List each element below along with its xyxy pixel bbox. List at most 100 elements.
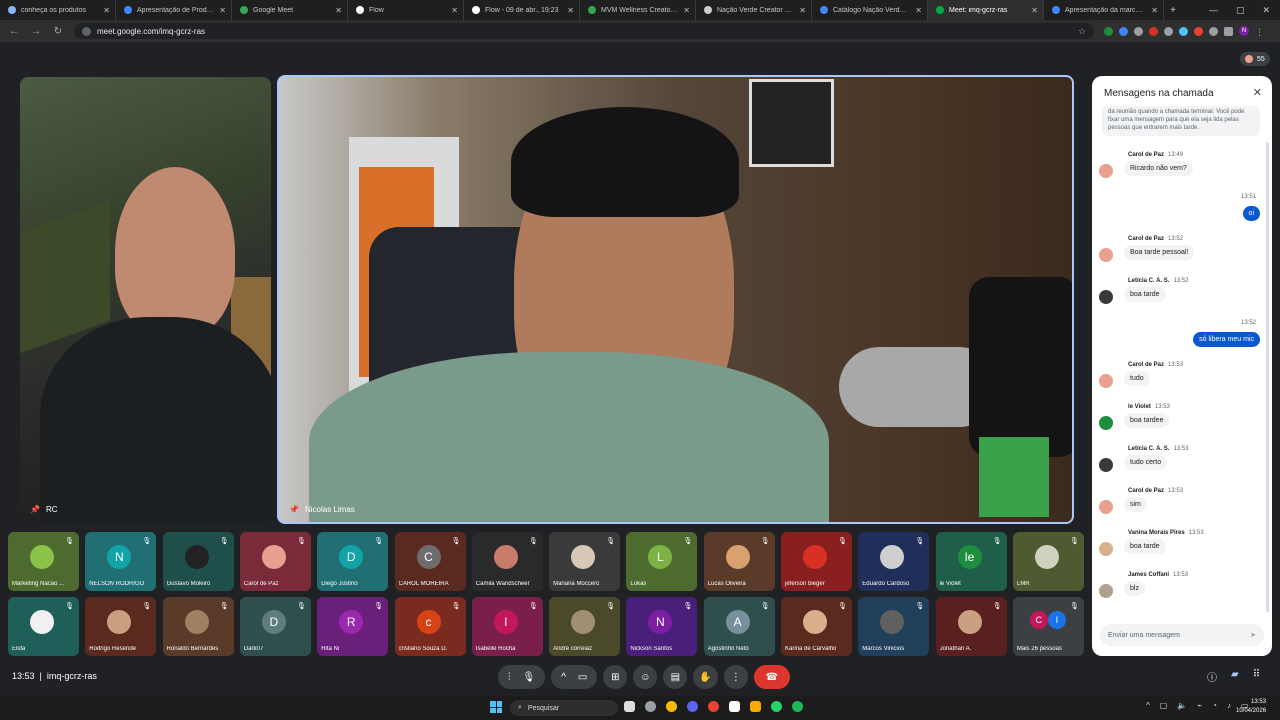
back-icon[interactable]: ←: [8, 26, 20, 37]
close-window-icon[interactable]: ✕: [1262, 5, 1270, 16]
new-tab-icon[interactable]: +: [1164, 5, 1182, 16]
close-icon[interactable]: ✕: [219, 6, 226, 15]
reload-icon[interactable]: ↻: [52, 26, 64, 37]
send-icon[interactable]: ➤: [1250, 631, 1256, 639]
participant-tile[interactable]: C 🎙 CAROL MOREIRA: [394, 532, 466, 591]
participant-tile[interactable]: D 🎙 Diego Justino: [317, 532, 389, 591]
participant-tile[interactable]: 🎙 Ronaldo Bernardes: [162, 597, 234, 656]
close-icon[interactable]: ✕: [1253, 86, 1262, 99]
extension-icon[interactable]: [1164, 26, 1173, 36]
settings-icon[interactable]: [645, 701, 656, 712]
participant-tile[interactable]: 🎙 Camila Wandscheer: [471, 532, 543, 591]
spotify-icon[interactable]: [792, 701, 803, 712]
chrome-icon[interactable]: [666, 701, 677, 712]
browser-tab[interactable]: conheça os produtos ✕: [0, 0, 116, 20]
taskbar-clock[interactable]: 13:53 10/04/2026: [1236, 698, 1266, 716]
participants-badge[interactable]: 55: [1240, 52, 1270, 66]
puzzle-icon[interactable]: [1224, 26, 1233, 36]
extension-icon[interactable]: [1149, 26, 1158, 36]
discord-icon[interactable]: [687, 701, 698, 712]
browser-tab[interactable]: Flow ✕: [348, 0, 464, 20]
participant-tile[interactable]: 🎙 Elida: [8, 597, 79, 656]
browser-tab[interactable]: Apresentação da marca e estr ✕: [1044, 0, 1164, 20]
close-icon[interactable]: ✕: [103, 6, 110, 15]
camera-controls[interactable]: ^ ▭: [551, 665, 598, 689]
participant-tile[interactable]: 🎙 André correiaz: [549, 597, 621, 656]
participant-tile[interactable]: 🎙 jeferson bieger: [781, 532, 852, 591]
video-tile-nicolas[interactable]: 📌 Nicolas Limas: [277, 75, 1074, 524]
participant-tile[interactable]: 🎙 LMR: [1012, 532, 1084, 591]
chrome-profile-icon[interactable]: [708, 701, 719, 712]
wifi-icon[interactable]: ◔: [1212, 701, 1217, 710]
bookmark-star-icon[interactable]: ☆: [1078, 26, 1086, 37]
participant-tile[interactable]: 🎙 Jonathan A.: [935, 597, 1007, 656]
browser-tab[interactable]: Catálogo Nação Verde e estra ✕: [812, 0, 928, 20]
tray-app-icon[interactable]: ▢: [1160, 701, 1168, 710]
close-icon[interactable]: ✕: [451, 6, 458, 15]
browser-tab[interactable]: Apresentação de Produtos da ✕: [116, 0, 232, 20]
participant-tile[interactable]: 🎙 Carol de Paz: [239, 532, 311, 591]
site-info-icon[interactable]: [82, 26, 91, 36]
video-tile-rc[interactable]: 📌 RC: [20, 77, 271, 522]
emoji-button[interactable]: ☺: [633, 665, 658, 689]
close-icon[interactable]: ✕: [335, 6, 342, 15]
participant-tile[interactable]: C I 🎙 Mais 26 pessoas: [1012, 597, 1084, 656]
taskbar-search[interactable]: ⌕ Pesquisar: [510, 700, 618, 716]
extension-icon[interactable]: [1134, 26, 1143, 36]
close-icon[interactable]: ✕: [1151, 6, 1158, 15]
extension-icon[interactable]: [1179, 26, 1188, 36]
close-icon[interactable]: ✕: [1031, 6, 1038, 15]
participant-tile[interactable]: 🎙 Lucas Oliveira: [703, 532, 775, 591]
browser-tab[interactable]: Flow - 09 de abr., 19:23 ✕: [464, 0, 580, 20]
participant-tile[interactable]: 🎙 Eduardo Cardoso: [858, 532, 930, 591]
chat-icon[interactable]: ▰: [1231, 669, 1239, 684]
maximize-icon[interactable]: ▢: [1236, 5, 1245, 16]
network-icon[interactable]: ⌁: [1197, 701, 1202, 710]
profile-avatar[interactable]: N: [1239, 26, 1249, 36]
raise-hand-button[interactable]: ✋: [693, 665, 718, 689]
audio-controls[interactable]: ⫶ 🎙: [498, 665, 546, 689]
task-view-icon[interactable]: [624, 701, 635, 712]
chevron-up-icon[interactable]: ^: [561, 672, 566, 683]
whatsapp-icon[interactable]: [771, 701, 782, 712]
participant-tile[interactable]: 🎙 Marketing Nacao ...: [8, 532, 79, 591]
menu-icon[interactable]: ⋮: [1255, 27, 1264, 37]
participant-tile[interactable]: 🎙 Gustavo Moleiro: [162, 532, 234, 591]
chevron-up-icon[interactable]: ^: [1146, 701, 1150, 710]
participant-tile[interactable]: c 🎙 cristiano Souza D.: [394, 597, 466, 656]
camera-icon[interactable]: ▭: [578, 672, 587, 683]
participant-tile[interactable]: A 🎙 Agostinho Neto: [703, 597, 775, 656]
participant-tile[interactable]: N 🎙 Nickson Santos: [626, 597, 698, 656]
participant-tile[interactable]: 🎙 Karina de Carvalho: [781, 597, 852, 656]
address-bar[interactable]: meet.google.com/imq-gcrz-ras ☆: [74, 23, 1094, 39]
participant-tile[interactable]: I 🎙 Isabelle Rocha: [471, 597, 543, 656]
extension-icon[interactable]: [1119, 26, 1128, 36]
speaker-icon[interactable]: ♪: [1227, 701, 1231, 710]
minimize-icon[interactable]: —: [1209, 5, 1218, 16]
participant-tile[interactable]: 🎙 Mariana Moccero: [549, 532, 621, 591]
close-icon[interactable]: ✕: [683, 6, 690, 15]
chat-input[interactable]: Enviar uma mensagem ➤: [1100, 624, 1264, 646]
volume-icon[interactable]: 🔈: [1177, 701, 1187, 710]
participant-tile[interactable]: L 🎙 Lukas: [626, 532, 698, 591]
mic-icon[interactable]: 🎙: [523, 672, 536, 683]
browser-tab[interactable]: Google Meet ✕: [232, 0, 348, 20]
browser-tab[interactable]: MVM Wellness Creators Hub ✕: [580, 0, 696, 20]
present-button[interactable]: ⊞: [603, 665, 628, 689]
participant-tile[interactable]: le 🎙 le Violet: [935, 532, 1007, 591]
windows-start-icon[interactable]: [490, 701, 502, 713]
chat-scrollbar[interactable]: [1266, 142, 1269, 612]
participant-tile[interactable]: N 🎙 NELSON RODRIGO: [85, 532, 157, 591]
extension-icon[interactable]: [1194, 26, 1203, 36]
close-icon[interactable]: ✕: [799, 6, 806, 15]
more-options-button[interactable]: ⋮: [723, 665, 748, 689]
browser-tab[interactable]: Nação Verde Creator Milionário ✕: [696, 0, 812, 20]
info-icon[interactable]: ⓘ: [1207, 669, 1217, 684]
participant-tile[interactable]: 🎙 Marcos Vinicios: [858, 597, 930, 656]
folder-icon[interactable]: [750, 701, 761, 712]
notion-icon[interactable]: [729, 701, 740, 712]
participant-tile[interactable]: 🎙 Rodrigo Resende: [85, 597, 157, 656]
captions-button[interactable]: ▤: [663, 665, 688, 689]
extension-icon[interactable]: [1209, 26, 1218, 36]
extension-icon[interactable]: [1104, 26, 1113, 36]
